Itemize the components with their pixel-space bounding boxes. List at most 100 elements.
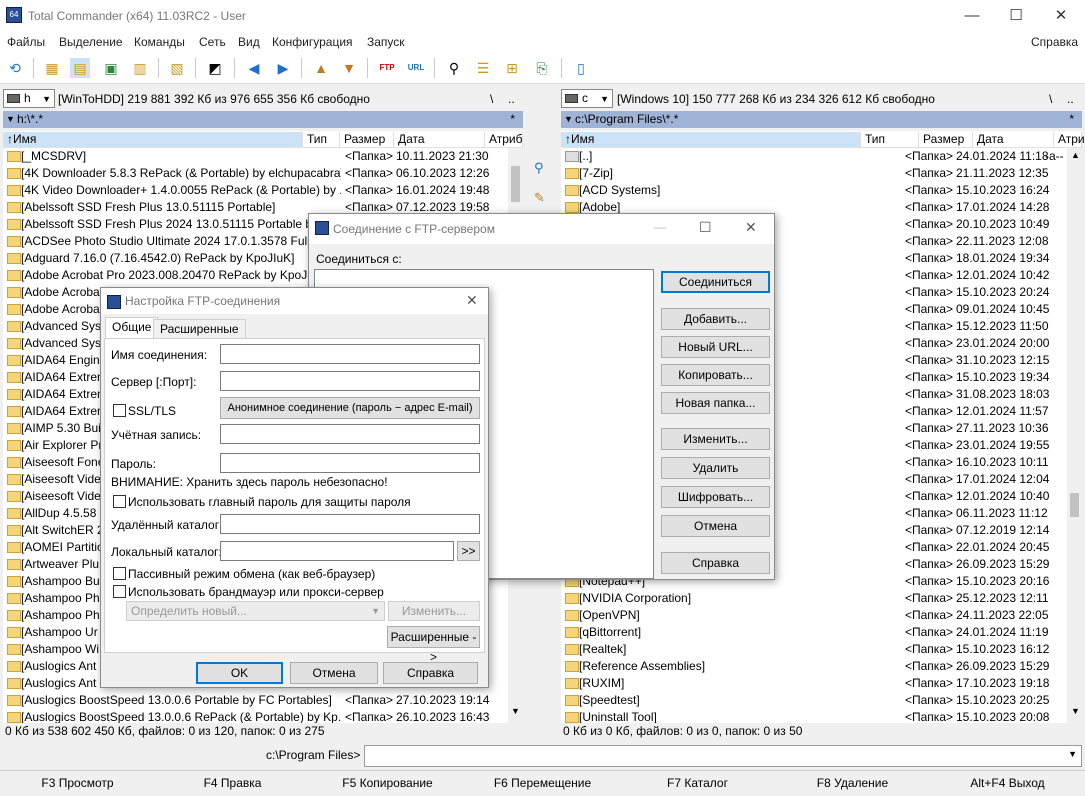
right-drive-select[interactable]: c ▼ — [561, 89, 613, 108]
f5-copy-button[interactable]: F5 Копирование — [310, 776, 465, 790]
edit-button[interactable]: Изменить... — [661, 428, 770, 450]
list-item[interactable]: [ACD Systems] <Папка> 15.10.2023 16:24 — [561, 182, 1067, 199]
list-item[interactable]: [4K Video Downloader+ 1.4.0.0055 RePack … — [3, 182, 508, 199]
right-root-button[interactable]: \ — [1049, 92, 1052, 106]
exit-button[interactable]: Alt+F4 Выход — [930, 776, 1085, 790]
thumbnails-icon[interactable]: ▣ — [101, 58, 121, 78]
search-icon[interactable]: ⚲ — [444, 58, 464, 78]
menu-config[interactable]: Конфигурация — [272, 35, 353, 49]
f4-edit-button[interactable]: F4 Правка — [155, 776, 310, 790]
menu-start[interactable]: Запуск — [367, 35, 405, 49]
master-password-checkbox[interactable] — [113, 495, 126, 508]
menu-files[interactable]: Файлы — [7, 35, 45, 49]
tree-icon[interactable]: ▥ — [130, 58, 150, 78]
menu-commands[interactable]: Команды — [134, 35, 185, 49]
f7-mkdir-button[interactable]: F7 Каталог — [620, 776, 775, 790]
connect-button[interactable]: Соединиться — [661, 271, 770, 293]
right-up-button[interactable]: .. — [1067, 92, 1074, 106]
account-input[interactable] — [220, 424, 480, 444]
back-icon[interactable]: ◀ — [244, 58, 264, 78]
scroll-thumb[interactable] — [1070, 493, 1079, 517]
cancel-button[interactable]: Отмена — [661, 515, 770, 537]
url-connect-icon[interactable]: URL — [406, 58, 426, 78]
col-type[interactable]: Тип — [303, 132, 340, 147]
col-attr[interactable]: Атриб — [485, 132, 523, 147]
edit-icon[interactable]: ✎ — [534, 190, 545, 206]
menu-net[interactable]: Сеть — [199, 35, 226, 49]
col-name[interactable]: ↑Имя — [561, 132, 861, 147]
col-attr[interactable]: Атриб — [1054, 132, 1085, 147]
delete-button[interactable]: Удалить — [661, 457, 770, 479]
list-item[interactable]: [Reference Assemblies] <Папка> 26.09.2023 … — [561, 658, 1067, 675]
list-item[interactable]: [Uninstall Tool] <Папка> 15.10.2023 20:08 — [561, 709, 1067, 723]
history-dropdown-icon[interactable]: ▼ — [6, 111, 15, 128]
local-dir-input[interactable] — [220, 541, 454, 561]
conn-name-input[interactable] — [220, 344, 480, 364]
password-input[interactable] — [220, 453, 480, 473]
sync-dirs-icon[interactable]: ⊞ — [502, 58, 522, 78]
rename-multi-icon[interactable]: ☰ — [473, 58, 493, 78]
firewall-checkbox[interactable] — [113, 585, 126, 598]
scroll-down-icon[interactable]: ▼ — [511, 706, 520, 716]
copy-names-icon[interactable]: ⎘ — [532, 58, 552, 78]
col-date[interactable]: Дата — [973, 132, 1054, 147]
unpack-icon[interactable]: ▼ — [339, 58, 359, 78]
command-line-input[interactable]: ▼ — [364, 745, 1082, 767]
left-root-button[interactable]: \ — [490, 92, 493, 106]
list-item[interactable]: [Auslogics BoostSpeed 13.0.0.6 RePack (&… — [3, 709, 508, 723]
scroll-up-icon[interactable]: ▲ — [1071, 150, 1080, 160]
maximize-icon[interactable]: ☐ — [699, 219, 712, 236]
left-up-button[interactable]: .. — [508, 92, 515, 106]
brief-view-icon[interactable]: ▦ — [42, 58, 62, 78]
help-button[interactable]: Справка — [661, 552, 770, 574]
detailed-view-icon[interactable]: ▤ — [70, 58, 90, 78]
chevron-down-icon[interactable]: ▼ — [1068, 749, 1077, 759]
scroll-thumb[interactable] — [511, 166, 520, 202]
right-path-bar[interactable]: ▼ c:\Program Files\*.* * — [561, 111, 1082, 128]
minimize-button[interactable]: — — [949, 0, 995, 32]
invert-selection-icon[interactable]: ◩ — [205, 58, 225, 78]
server-input[interactable] — [220, 371, 480, 391]
history-dropdown-icon[interactable]: ▼ — [564, 111, 573, 128]
menu-view[interactable]: Вид — [238, 35, 260, 49]
col-size[interactable]: Размер — [919, 132, 973, 147]
new-url-button[interactable]: Новый URL... — [661, 336, 770, 358]
left-path-bar[interactable]: ▼ h:\*.* * — [3, 111, 523, 128]
close-icon[interactable]: ✕ — [466, 292, 478, 309]
maximize-button[interactable]: ☐ — [993, 0, 1039, 32]
help-button[interactable]: Справка — [383, 662, 478, 684]
list-item[interactable]: [7-Zip] <Папка> 21.11.2023 12:35 — [561, 165, 1067, 182]
tab-general[interactable]: Общие — [105, 317, 159, 339]
minimize-icon[interactable]: — — [654, 220, 666, 234]
close-icon[interactable]: ✕ — [745, 219, 757, 236]
cancel-button[interactable]: Отмена — [290, 662, 378, 684]
col-name[interactable]: ↑Имя — [3, 132, 303, 147]
encrypt-button[interactable]: Шифровать... — [661, 486, 770, 508]
refresh-icon[interactable]: ⟲ — [5, 58, 25, 78]
left-drive-select[interactable]: h ▼ — [3, 89, 55, 108]
list-item[interactable]: [OpenVPN] <Папка> 24.11.2023 22:05 — [561, 607, 1067, 624]
ftp-connect-icon[interactable]: FTP — [377, 58, 397, 78]
tab-advanced[interactable]: Расширенные — [153, 319, 246, 339]
forward-icon[interactable]: ▶ — [273, 58, 293, 78]
list-item[interactable]: [qBittorrent] <Папка> 24.01.2024 11:19 — [561, 624, 1067, 641]
f8-delete-button[interactable]: F8 Удаление — [775, 776, 930, 790]
right-filter[interactable]: * — [1069, 111, 1074, 128]
scroll-down-icon[interactable]: ▼ — [1071, 706, 1080, 716]
passive-mode-checkbox[interactable] — [113, 567, 126, 580]
advanced-button[interactable]: Расширенные -> — [387, 626, 480, 664]
ok-button[interactable]: OK — [196, 662, 283, 684]
f6-move-button[interactable]: F6 Перемещение — [465, 776, 620, 790]
anonymous-button[interactable]: Анонимное соединение (пароль − адрес E-m… — [220, 397, 480, 419]
copy-button[interactable]: Копировать... — [661, 364, 770, 386]
list-item[interactable]: [RUXIM] <Папка> 17.10.2023 19:18 — [561, 675, 1067, 692]
list-item[interactable]: [Realtek] <Папка> 15.10.2023 16:12 — [561, 641, 1067, 658]
menu-help[interactable]: Справка — [1031, 35, 1078, 49]
list-item[interactable]: [NVIDIA Corporation] <Папка> 25.12.2023 12… — [561, 590, 1067, 607]
search-icon[interactable]: ⚲ — [534, 160, 544, 176]
ssl-checkbox[interactable] — [113, 404, 126, 417]
col-date[interactable]: Дата — [394, 132, 485, 147]
pack-icon[interactable]: ▲ — [311, 58, 331, 78]
f3-view-button[interactable]: F3 Просмотр — [0, 776, 155, 790]
notepad-icon[interactable]: ▯ — [571, 58, 591, 78]
